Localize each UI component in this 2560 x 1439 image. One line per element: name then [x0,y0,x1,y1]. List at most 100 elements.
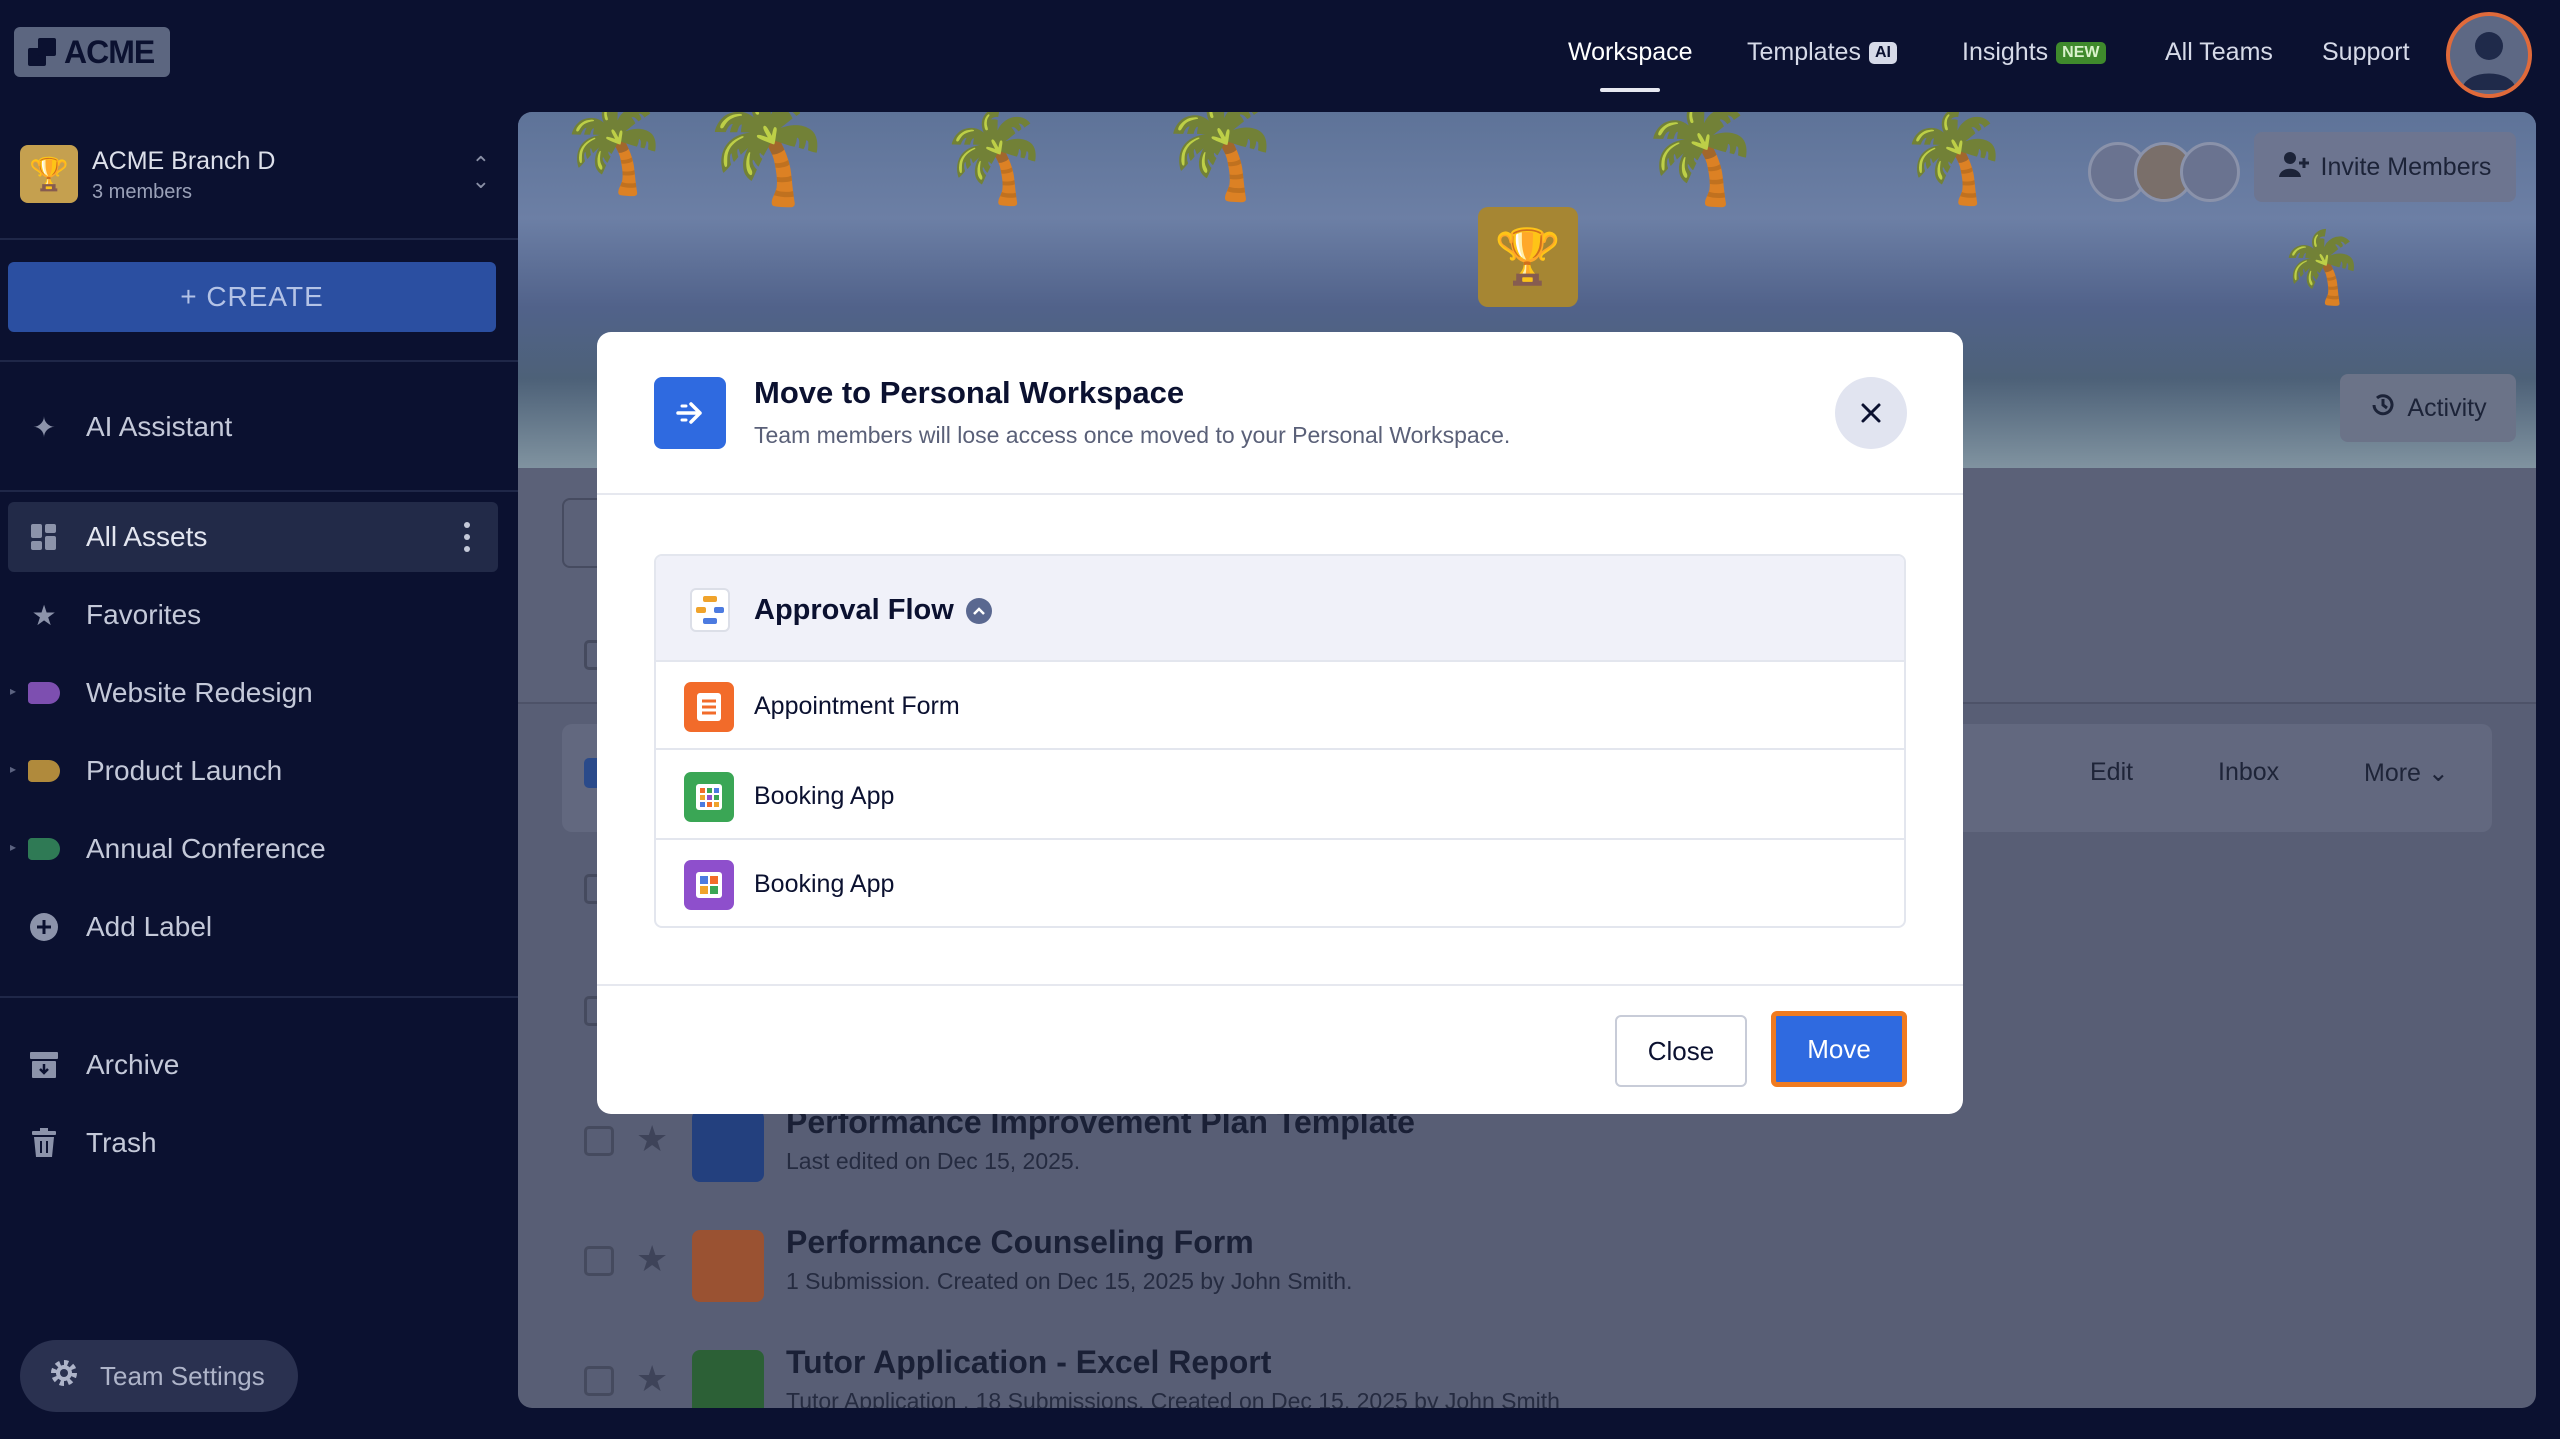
new-badge: NEW [2056,41,2106,64]
logo-text: ACME [64,33,155,70]
list-item[interactable]: ★ Performance Improvement Plan Template … [518,1104,2418,1210]
nav-insights[interactable]: Insights NEW [1962,38,2106,67]
chevron-up-icon[interactable] [965,597,992,624]
activity-label: Activity [2407,393,2487,422]
close-icon[interactable] [1835,377,1907,449]
approval-flow-icon [690,588,730,632]
sidebar-item-label: Archive [86,1049,180,1080]
sidebar-item-label: All Assets [86,521,208,552]
nav-support-label: Support [2322,38,2410,66]
tag-icon [26,760,62,782]
sidebar-item-label-annual-conference[interactable]: ▸ Annual Conference [8,814,498,884]
chevron-down-icon: ⌄ [2427,759,2449,787]
acme-logo[interactable]: ACME [14,27,170,77]
sidebar-item-label: Favorites [86,599,202,630]
sidebar-item-label-website-redesign[interactable]: ▸ Website Redesign [8,658,498,728]
item-title[interactable]: Tutor Application - Excel Report [786,1344,1271,1381]
sidebar: 🏆 ACME Branch D 3 members ⌃ ⌄ + CREATE ✦ … [0,112,518,1439]
grid-icon [26,523,62,551]
tag-icon [26,838,62,860]
move-to-personal-workspace-dialog: Move to Personal Workspace Team members … [597,332,1963,1114]
sidebar-item-ai-assistant[interactable]: ✦ AI Assistant [8,392,498,462]
asset-name: Appointment Form [754,692,960,720]
archive-icon [26,1050,62,1080]
team-member-count: 3 members [92,181,193,203]
nav-all-teams[interactable]: All Teams [2165,38,2273,67]
list-item: Booking App [656,752,1904,840]
create-button[interactable]: + CREATE [8,262,496,332]
row-checkbox[interactable] [584,1366,614,1396]
more-label: More [2364,759,2421,787]
palm-tree-decoration: 🌴 [1158,112,1283,203]
activity-button[interactable]: Activity [2340,374,2516,442]
nav-all-teams-label: All Teams [2165,38,2273,66]
sidebar-item-label: Annual Conference [86,833,326,864]
star-icon[interactable]: ★ [636,1358,668,1400]
chevron-updown-icon: ⌃ ⌄ [471,152,490,193]
nav-workspace-label: Workspace [1568,38,1693,66]
user-silhouette-icon [2462,32,2516,90]
invite-members-button[interactable]: Invite Members [2254,132,2516,202]
ai-badge: AI [1868,41,1897,64]
app-icon [684,772,734,822]
nav-insights-label: Insights [1962,38,2049,66]
nav-support[interactable]: Support [2322,38,2410,67]
divider [0,996,518,998]
team-name: ACME Branch D [92,147,276,175]
more-action[interactable]: More ⌄ [2364,758,2449,788]
kebab-menu-icon[interactable] [464,522,470,552]
trophy-icon: 🏆 [1478,207,1578,307]
asset-group-title: Approval Flow [754,594,992,627]
asset-group-header[interactable]: Approval Flow [656,556,1904,662]
form-icon [692,1230,764,1302]
sidebar-item-trash[interactable]: Trash [8,1108,498,1178]
item-title[interactable]: Performance Counseling Form [786,1224,1254,1261]
nav-templates[interactable]: Templates AI [1747,38,1897,67]
app-icon [684,860,734,910]
sidebar-item-favorites[interactable]: ★ Favorites [8,580,498,650]
dialog-footer: Close Move [597,984,1963,1114]
row-checkbox[interactable] [584,1126,614,1156]
row-checkbox[interactable] [584,1246,614,1276]
item-subtitle: 1 Submission. Created on Dec 15, 2025 by… [786,1268,1353,1294]
caret-right-icon[interactable]: ▸ [10,684,16,698]
star-icon[interactable]: ★ [636,1118,668,1160]
report-icon [692,1110,764,1182]
xls-icon [692,1350,764,1408]
trophy-icon: 🏆 [20,145,78,203]
close-button[interactable]: Close [1615,1015,1747,1087]
caret-right-icon[interactable]: ▸ [10,762,16,776]
sidebar-item-add-label[interactable]: Add Label [8,892,498,962]
caret-right-icon[interactable]: ▸ [10,840,16,854]
sidebar-item-label: Add Label [86,911,213,942]
tag-icon [26,682,62,704]
invite-members-label: Invite Members [2320,152,2492,181]
sidebar-item-label: Website Redesign [86,677,313,708]
team-switcher[interactable]: 🏆 ACME Branch D 3 members ⌃ ⌄ [20,145,490,215]
top-bar: ACME Workspace Templates AI Insights NEW… [0,0,2560,112]
avatar [2180,142,2240,202]
nav-workspace[interactable]: Workspace [1568,38,1693,67]
star-icon[interactable]: ★ [636,1238,668,1280]
palm-tree-decoration: 🌴 [698,112,835,208]
item-subtitle: Last edited on Dec 15, 2025. [786,1148,1081,1174]
nav-active-underline [1600,88,1660,92]
user-avatar[interactable] [2446,12,2532,98]
team-settings-label: Team Settings [100,1360,265,1391]
sidebar-item-all-assets[interactable]: All Assets [8,502,498,572]
list-item: Booking App [656,840,1904,926]
sidebar-item-label-product-launch[interactable]: ▸ Product Launch [8,736,498,806]
inbox-action[interactable]: Inbox [2218,758,2279,787]
team-settings-button[interactable]: Team Settings [20,1340,298,1412]
edit-action[interactable]: Edit [2090,758,2133,787]
list-item[interactable]: ★ Tutor Application - Excel Report Tutor… [518,1344,2418,1408]
approval-flow-label: Approval Flow [754,594,954,626]
move-arrow-icon [654,377,726,449]
list-item[interactable]: ★ Performance Counseling Form 1 Submissi… [518,1224,2418,1330]
move-button[interactable]: Move [1771,1011,1907,1087]
sidebar-item-label: Product Launch [86,755,283,786]
asset-list: Approval Flow Appointment Form Booking A… [654,554,1906,928]
asset-name: Booking App [754,782,895,810]
dialog-title: Move to Personal Workspace [754,375,1185,410]
sidebar-item-archive[interactable]: Archive [8,1030,498,1100]
